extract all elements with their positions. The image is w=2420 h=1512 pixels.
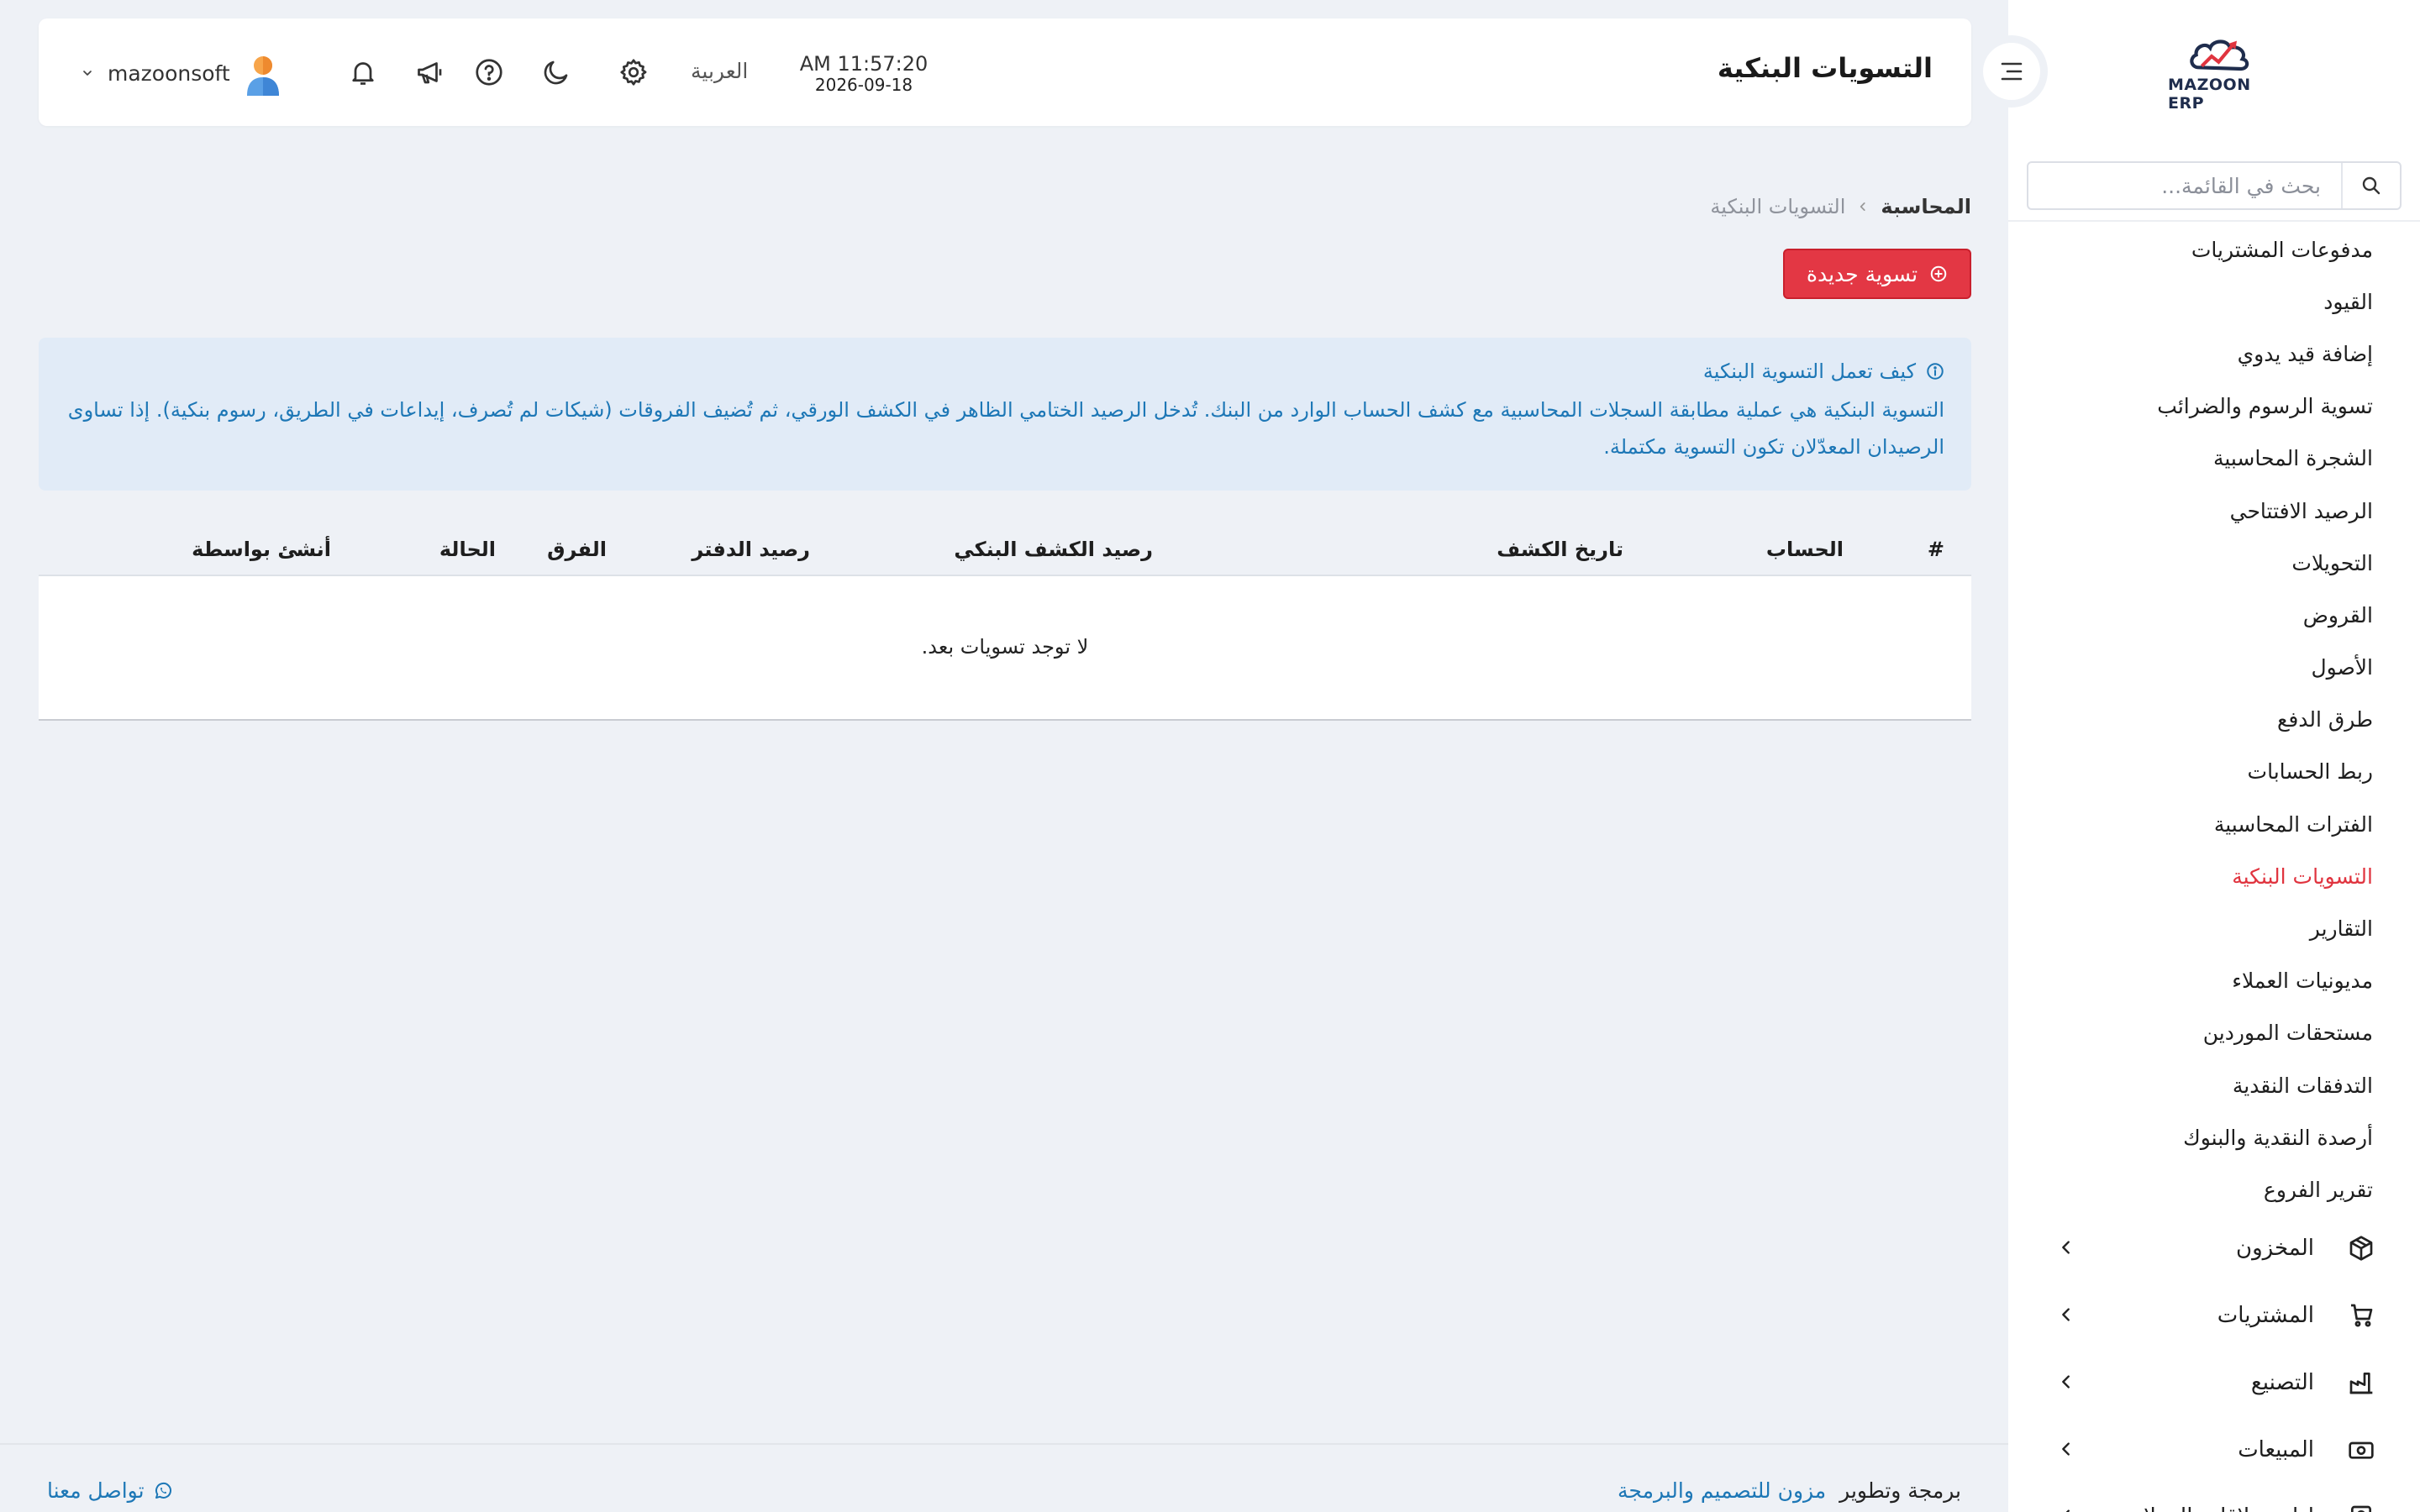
column-header[interactable]: رصيد الدفتر xyxy=(692,538,810,561)
new-reconciliation-button[interactable]: تسوية جديدة xyxy=(1783,249,1971,299)
sidebar-module-sales[interactable]: المبيعات xyxy=(2008,1416,2420,1483)
cash-icon xyxy=(2346,1435,2376,1465)
language-switcher[interactable]: العربية xyxy=(691,59,748,83)
chevron-left-icon xyxy=(2057,1305,2075,1324)
info-title-text: كيف تعمل التسوية البنكية xyxy=(1702,360,1916,383)
settings-icon[interactable] xyxy=(617,55,650,89)
module-label: المبيعات xyxy=(2238,1437,2314,1462)
accounting-submenu: مدفوعات المشتريات القيود إضافة قيد يدوي … xyxy=(2020,223,2373,1216)
chevron-left-icon xyxy=(2057,1440,2075,1458)
chevron-left-icon xyxy=(2057,1373,2075,1391)
sidebar-toggle-button[interactable] xyxy=(1975,35,2048,108)
chevron-down-icon xyxy=(83,71,92,76)
menu-icon xyxy=(2001,62,2023,81)
module-label: المخزون xyxy=(2236,1236,2314,1261)
clock-time: AM 11:57:20 xyxy=(799,52,929,76)
submenu-item[interactable]: الرصيد الافتتاحي xyxy=(2020,485,2373,537)
submenu-item[interactable]: التحويلات xyxy=(2020,537,2373,589)
search-icon[interactable] xyxy=(2341,163,2400,208)
submenu-item[interactable]: تسوية الرسوم والضرائب xyxy=(2020,381,2373,433)
submenu-item[interactable]: ربط الحسابات xyxy=(2020,746,2373,798)
sidebar-module-crm[interactable]: إدارة علاقات العملاء xyxy=(2008,1483,2420,1512)
submenu-item[interactable]: مدفوعات المشتريات xyxy=(2020,223,2373,276)
contact-link-label: تواصل معنا xyxy=(47,1478,145,1503)
column-header[interactable]: أنشئ بواسطة xyxy=(192,538,331,561)
chevron-left-icon xyxy=(2057,1507,2075,1512)
table-body: لا توجد تسويات بعد. xyxy=(39,576,1971,721)
logo-text: MAZOON ERP xyxy=(2168,76,2251,113)
box-icon xyxy=(2346,1233,2376,1263)
submenu-item[interactable]: الشجرة المحاسبية xyxy=(2020,433,2373,485)
breadcrumb-chevron-icon xyxy=(1857,201,1869,213)
breadcrumb-current: التسويات البنكية xyxy=(1710,195,1846,218)
module-label: المشتريات xyxy=(2217,1303,2314,1328)
submenu-item[interactable]: أرصدة النقدية والبنوك xyxy=(2020,1111,2373,1163)
footer-credit-link[interactable]: مزون للتصميم والبرمجة xyxy=(1618,1478,1826,1503)
submenu-item-active[interactable]: التسويات البنكية xyxy=(2020,850,2373,902)
column-header[interactable]: رصيد الكشف البنكي xyxy=(954,538,1153,561)
megaphone-icon[interactable] xyxy=(413,55,447,89)
clock: AM 11:57:20 2026-09-18 xyxy=(797,52,931,94)
new-reconciliation-label: تسوية جديدة xyxy=(1806,261,1918,286)
column-header[interactable]: الفرق xyxy=(547,538,607,561)
user-avatar[interactable] xyxy=(242,54,284,97)
cart-icon xyxy=(2346,1300,2376,1331)
module-label: التصنيع xyxy=(2250,1370,2314,1395)
submenu-item[interactable]: القروض xyxy=(2020,589,2373,641)
submenu-item[interactable]: التدفقات النقدية xyxy=(2020,1059,2373,1111)
breadcrumb-root[interactable]: المحاسبة xyxy=(1881,195,1971,218)
bell-icon[interactable] xyxy=(346,55,380,89)
info-icon xyxy=(1926,362,1944,381)
dark-mode-moon-icon[interactable] xyxy=(539,55,573,89)
sidebar: MAZOON ERP مدفوعات المشتريات القيود إضاف… xyxy=(2008,0,2420,1512)
page-title: التسويات البنكية xyxy=(1717,52,1933,84)
logo-cloud-icon xyxy=(2190,39,2249,71)
help-icon[interactable] xyxy=(472,55,506,89)
sidebar-search-input[interactable] xyxy=(2028,163,2341,208)
contacts-icon xyxy=(2346,1502,2376,1512)
empty-state-message: لا توجد تسويات بعد. xyxy=(921,635,1089,659)
sidebar-modules: المخزون المشتريات التصنيع المبيعات xyxy=(2008,1215,2420,1512)
column-header[interactable]: الحالة xyxy=(439,538,496,561)
submenu-item[interactable]: مديونيات العملاء xyxy=(2020,955,2373,1007)
submenu-item[interactable]: القيود xyxy=(2020,276,2373,328)
clock-date: 2026-09-18 xyxy=(814,75,913,95)
footer-credit-label: برمجة وتطوير xyxy=(1839,1478,1961,1503)
username: mazoonsoft xyxy=(108,60,230,86)
submenu-item[interactable]: طرق الدفع xyxy=(2020,694,2373,746)
submenu-item[interactable]: تقرير الفروع xyxy=(2020,1163,2373,1215)
breadcrumb: المحاسبة التسويات البنكية xyxy=(1710,195,1971,218)
table-header: # الحساب تاريخ الكشف رصيد الكشف البنكي ر… xyxy=(39,524,1971,576)
contact-link[interactable]: تواصل معنا xyxy=(47,1478,173,1503)
sidebar-module-purchases[interactable]: المشتريات xyxy=(2008,1282,2420,1349)
footer-credit: برمجة وتطوير مزون للتصميم والبرمجة xyxy=(1618,1478,1961,1503)
sidebar-search xyxy=(2027,161,2402,210)
module-label: إدارة علاقات العملاء xyxy=(2133,1504,2314,1512)
whatsapp-icon xyxy=(153,1481,173,1501)
column-header[interactable]: تاريخ الكشف xyxy=(1497,538,1623,561)
info-alert: كيف تعمل التسوية البنكية التسوية البنكية… xyxy=(39,338,1971,491)
submenu-item[interactable]: إضافة قيد يدوي xyxy=(2020,328,2373,380)
factory-icon xyxy=(2346,1368,2376,1398)
submenu-item[interactable]: التقارير xyxy=(2020,902,2373,954)
footer: برمجة وتطوير مزون للتصميم والبرمجة تواصل… xyxy=(0,1443,2008,1512)
user-menu[interactable]: mazoonsoft xyxy=(81,52,230,94)
sidebar-module-manufacturing[interactable]: التصنيع xyxy=(2008,1349,2420,1416)
submenu-item[interactable]: الأصول xyxy=(2020,642,2373,694)
submenu-item[interactable]: مستحقات الموردين xyxy=(2020,1007,2373,1059)
column-header[interactable]: الحساب xyxy=(1766,538,1844,561)
top-header: التسويات البنكية AM 11:57:20 2026-09-18 … xyxy=(39,18,1971,126)
brand-logo[interactable]: MAZOON ERP xyxy=(2168,35,2272,113)
info-body: التسوية البنكية هي عملية مطابقة السجلات … xyxy=(67,398,1944,459)
submenu-item[interactable]: الفترات المحاسبية xyxy=(2020,798,2373,850)
sidebar-divider xyxy=(2008,220,2420,222)
info-title: كيف تعمل التسوية البنكية xyxy=(66,360,1944,383)
column-header[interactable]: # xyxy=(1928,538,1944,561)
plus-circle-icon xyxy=(1929,265,1948,283)
chevron-left-icon xyxy=(2057,1238,2075,1257)
sidebar-module-inventory[interactable]: المخزون xyxy=(2008,1215,2420,1282)
